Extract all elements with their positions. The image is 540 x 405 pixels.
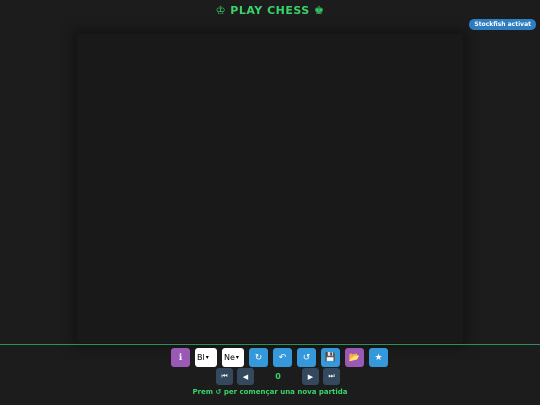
open-button[interactable]: 📂 <box>345 348 364 367</box>
save-icon: 💾 <box>324 352 337 363</box>
chevron-down-icon: ▾ <box>235 354 239 361</box>
rotate-icon: ↻ <box>254 352 263 363</box>
move-counter: 0 <box>275 372 281 381</box>
favorite-button[interactable]: ★ <box>369 348 388 367</box>
rotate-board-button[interactable]: ↻ <box>249 348 268 367</box>
arrow-left-icon: ◀ <box>242 372 249 381</box>
black-player-select[interactable]: Ne ▾ <box>222 348 244 367</box>
info-icon: ℹ <box>178 352 183 363</box>
chess-board[interactable] <box>77 34 463 343</box>
first-move-button[interactable]: ⏮ <box>216 368 233 385</box>
restart-icon: ↺ <box>302 352 311 363</box>
new-game-button[interactable]: ↺ <box>297 348 316 367</box>
black-player-select-value: Ne <box>224 353 235 362</box>
last-move-button[interactable]: ⏭ <box>323 368 340 385</box>
toolbar: ℹ Bl ▾ Ne ▾ ↻ ↶ ↺ 💾 📂 ★ <box>171 348 388 367</box>
white-player-select-value: Bl <box>197 353 205 362</box>
engine-status-badge: Stockfish activat <box>469 19 536 30</box>
new-game-hint: Prem ↺ per començar una nova partida <box>192 388 348 396</box>
next-move-button[interactable]: ▶ <box>302 368 319 385</box>
save-button[interactable]: 💾 <box>321 348 340 367</box>
star-icon: ★ <box>374 352 383 363</box>
page-title: ♔ PLAY CHESS ♚ <box>215 4 325 17</box>
chevron-down-icon: ▾ <box>205 354 209 361</box>
skip-forward-icon: ⏭ <box>328 372 335 380</box>
arrow-right-icon: ▶ <box>307 372 314 381</box>
white-player-select[interactable]: Bl ▾ <box>195 348 217 367</box>
undo-button[interactable]: ↶ <box>273 348 292 367</box>
skip-back-icon: ⏮ <box>221 372 228 380</box>
previous-move-button[interactable]: ◀ <box>237 368 254 385</box>
folder-icon: 📂 <box>348 352 361 363</box>
divider <box>0 344 540 345</box>
app-root: ♔ PLAY CHESS ♚ Stockfish activat ℹ Bl ▾ N… <box>0 0 540 405</box>
info-button[interactable]: ℹ <box>171 348 190 367</box>
undo-icon: ↶ <box>278 352 287 363</box>
move-navigation: ⏮ ◀ 0 ▶ ⏭ <box>216 368 340 385</box>
